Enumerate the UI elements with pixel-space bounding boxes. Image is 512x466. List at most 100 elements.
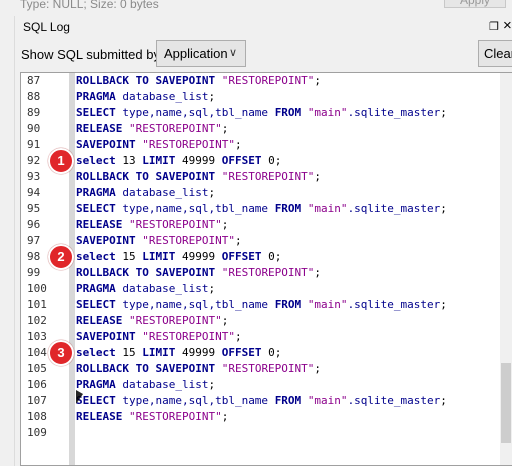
- sql-token: SELECT: [76, 106, 123, 119]
- log-line: 109: [21, 425, 501, 441]
- log-line: 92 select 13 LIMIT 49999 OFFSET 0;: [21, 153, 501, 169]
- sql-token: ;: [208, 90, 216, 103]
- sql-token: ROLLBACK TO SAVEPOINT: [76, 74, 222, 87]
- line-number: 94: [27, 186, 41, 199]
- annotation-badge: 3: [48, 340, 74, 366]
- float-icon[interactable]: ❐: [489, 20, 499, 33]
- sql-statement: PRAGMA database_list;: [76, 185, 215, 201]
- line-number: 87: [27, 74, 41, 87]
- sql-token: "RESTOREPOINT": [221, 170, 315, 183]
- sql-token: ROLLBACK TO SAVEPOINT: [76, 362, 222, 375]
- sql-token: FROM: [274, 298, 308, 311]
- sql-token: ;: [221, 122, 229, 135]
- log-toolbar: Show SQL submitted by Application ∨ Clea…: [15, 38, 512, 74]
- log-line: 98 select 15 LIMIT 49999 OFFSET 0;: [21, 249, 501, 265]
- sql-token: ROLLBACK TO SAVEPOINT: [76, 170, 222, 183]
- log-line: 106 PRAGMA database_list;: [21, 377, 501, 393]
- sql-log-editor[interactable]: 87 ROLLBACK TO SAVEPOINT "RESTOREPOINT"; 8…: [20, 72, 512, 466]
- sql-token: SELECT: [76, 202, 123, 215]
- sql-statement: PRAGMA database_list;: [76, 281, 215, 297]
- sql-token: "RESTOREPOINT": [221, 74, 315, 87]
- sql-token: SAVEPOINT: [76, 138, 143, 151]
- sql-token: OFFSET: [221, 154, 269, 167]
- sql-token: .sqlite_master: [347, 394, 441, 407]
- line-number: 106: [27, 378, 47, 391]
- sql-token: 49999: [181, 154, 222, 167]
- log-line: 108 RELEASE "RESTOREPOINT";: [21, 409, 501, 425]
- line-number: 109: [27, 426, 47, 439]
- sql-token: FROM: [274, 202, 308, 215]
- sql-token: .sqlite_master: [347, 298, 441, 311]
- sql-statement: SELECT type,name,sql,tbl_name FROM "main…: [76, 393, 447, 409]
- log-line: 103 SAVEPOINT "RESTOREPOINT";: [21, 329, 501, 345]
- sql-statement: PRAGMA database_list;: [76, 89, 215, 105]
- log-line: 101 SELECT type,name,sql,tbl_name FROM "m…: [21, 297, 501, 313]
- sql-statement: ROLLBACK TO SAVEPOINT "RESTOREPOINT";: [76, 169, 321, 185]
- sql-statement: select 15 LIMIT 49999 OFFSET 0;: [76, 345, 281, 361]
- sql-token: SAVEPOINT: [76, 330, 143, 343]
- sql-statement: SAVEPOINT "RESTOREPOINT";: [76, 233, 242, 249]
- log-line: 104 select 15 LIMIT 49999 OFFSET 0;: [21, 345, 501, 361]
- sql-token: ;: [208, 282, 216, 295]
- sql-statement: SELECT type,name,sql,tbl_name FROM "main…: [76, 105, 447, 121]
- line-number: 102: [27, 314, 47, 327]
- sql-token: PRAGMA: [76, 282, 123, 295]
- sql-token: ;: [221, 218, 229, 231]
- chevron-down-icon: ∨: [229, 47, 238, 59]
- log-line: 94 PRAGMA database_list;: [21, 185, 501, 201]
- sql-token: "RESTOREPOINT": [221, 266, 315, 279]
- sql-token: ;: [440, 298, 447, 311]
- log-line: 102 RELEASE "RESTOREPOINT";: [21, 313, 501, 329]
- close-icon[interactable]: ×: [503, 17, 512, 34]
- sql-token: "RESTOREPOINT": [142, 330, 235, 343]
- log-line: 88 PRAGMA database_list;: [21, 89, 501, 105]
- sql-token: LIMIT: [142, 154, 182, 167]
- sql-token: ;: [208, 186, 216, 199]
- sql-token: select: [76, 154, 123, 167]
- clear-label: Clear: [484, 46, 512, 61]
- source-dropdown[interactable]: Application ∨: [156, 40, 246, 67]
- line-number: 107: [27, 394, 47, 407]
- sql-token: ;: [314, 74, 322, 87]
- mouse-cursor-icon: [76, 390, 83, 404]
- log-line: 100 PRAGMA database_list;: [21, 281, 501, 297]
- line-number: 101: [27, 298, 47, 311]
- sql-token: database_list: [122, 186, 209, 199]
- sql-token: LIMIT: [142, 346, 182, 359]
- log-line: 87 ROLLBACK TO SAVEPOINT "RESTOREPOINT";: [21, 73, 501, 89]
- sql-token: 15: [122, 346, 143, 359]
- sql-token: 0;: [268, 250, 282, 263]
- sql-token: PRAGMA: [76, 186, 123, 199]
- clear-button[interactable]: Clear: [478, 40, 512, 67]
- sql-token: "RESTOREPOINT": [142, 234, 235, 247]
- vertical-scrollbar[interactable]: [500, 73, 512, 465]
- sql-token: ;: [314, 362, 322, 375]
- sql-token: "main": [307, 202, 348, 215]
- sql-token: ;: [314, 266, 322, 279]
- sql-statement: RELEASE "RESTOREPOINT";: [76, 313, 228, 329]
- sql-token: ;: [221, 410, 229, 423]
- sql-token: 49999: [181, 346, 222, 359]
- sql-token: OFFSET: [221, 346, 269, 359]
- sql-token: SELECT: [76, 298, 123, 311]
- sql-token: "RESTOREPOINT": [128, 410, 222, 423]
- sql-token: ;: [208, 378, 216, 391]
- sql-token: database_list: [122, 378, 209, 391]
- sql-statement: RELEASE "RESTOREPOINT";: [76, 217, 228, 233]
- panel-titlebar: SQL Log ❐ ×: [15, 16, 512, 38]
- sql-statement: select 13 LIMIT 49999 OFFSET 0;: [76, 153, 281, 169]
- sql-token: database_list: [122, 282, 209, 295]
- scrollbar-thumb[interactable]: [501, 363, 511, 443]
- sql-token: FROM: [274, 394, 308, 407]
- apply-button[interactable]: Apply: [444, 0, 506, 8]
- sql-token: LIMIT: [142, 250, 182, 263]
- sql-token: type,name,sql,tbl_name: [122, 394, 275, 407]
- log-line: 105 ROLLBACK TO SAVEPOINT "RESTOREPOINT";: [21, 361, 501, 377]
- sql-token: ;: [440, 106, 447, 119]
- sql-token: ;: [234, 234, 242, 247]
- log-line: 95 SELECT type,name,sql,tbl_name FROM "ma…: [21, 201, 501, 217]
- sql-token: "main": [307, 394, 348, 407]
- source-value: Application: [164, 46, 228, 61]
- panel-title: SQL Log: [23, 20, 70, 34]
- sql-token: type,name,sql,tbl_name: [122, 106, 275, 119]
